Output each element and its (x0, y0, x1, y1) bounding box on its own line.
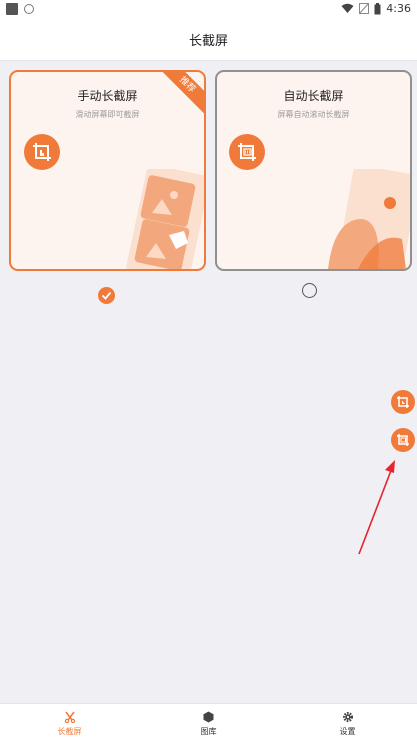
mode-card-title: 自动长截屏 (283, 89, 344, 103)
mode-card-auto[interactable]: 自动长截屏 屏幕自动滚动长截屏 (215, 70, 412, 271)
auto-screenshot-icon (397, 434, 409, 446)
notification-shield-icon (24, 4, 34, 14)
mode-card-subtitle: 屏幕自动滚动长截屏 (277, 110, 350, 119)
nav-item-settings[interactable]: 设置 (278, 704, 417, 743)
mode-card-manual[interactable]: 手动长截屏 滑动屏幕即可截屏 推荐 (9, 70, 206, 271)
manual-illustration (126, 169, 204, 269)
gear-icon (342, 711, 353, 722)
mode-radio-auto[interactable] (302, 283, 317, 298)
wifi-icon (341, 3, 354, 13)
nav-item-gallery[interactable]: 图库 (139, 704, 278, 743)
floating-manual-screenshot-button[interactable] (391, 390, 415, 414)
manual-crop-icon (24, 134, 60, 170)
notification-app-icon (6, 3, 18, 15)
auto-crop-icon (229, 134, 265, 170)
manual-screenshot-icon (397, 396, 409, 408)
nav-label: 长截屏 (57, 726, 82, 736)
mode-radio-manual[interactable] (98, 287, 115, 304)
status-bar: 4:36 (0, 0, 417, 18)
checkmark-icon (101, 291, 112, 300)
floating-auto-screenshot-button[interactable] (391, 428, 415, 452)
bottom-nav: 长截屏 图库 设置 (0, 703, 417, 743)
no-signal-icon (359, 3, 370, 14)
nav-label: 设置 (339, 726, 356, 736)
page-title: 长截屏 (188, 33, 228, 49)
mode-card-title: 手动长截屏 (77, 89, 138, 103)
scissors-icon (64, 711, 75, 723)
app-header: 长截屏 (0, 18, 417, 61)
hexagon-icon (203, 711, 214, 722)
nav-item-long-screenshot[interactable]: 长截屏 (0, 704, 139, 743)
nav-label: 图库 (200, 726, 217, 736)
mode-card-subtitle: 滑动屏幕即可截屏 (75, 110, 140, 119)
battery-icon (374, 2, 381, 14)
auto-illustration (328, 169, 410, 269)
status-time: 4:36 (386, 2, 411, 15)
